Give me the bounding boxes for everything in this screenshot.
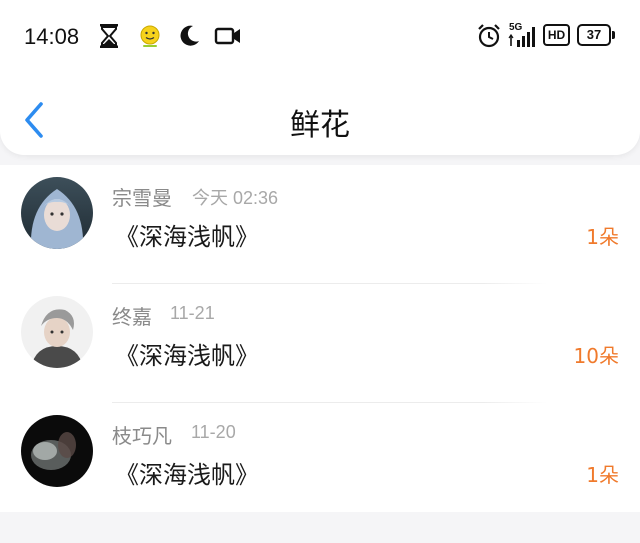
user-name: 终嘉 xyxy=(112,305,152,329)
app-emoji-icon xyxy=(140,25,160,47)
status-time: 14:08 xyxy=(24,24,80,49)
hourglass-icon xyxy=(100,24,118,48)
alarm-clock-icon xyxy=(478,24,500,48)
moon-icon xyxy=(180,25,199,46)
page-background xyxy=(0,512,640,543)
header-card: 14:08 5G HD 37 鲜花 xyxy=(0,0,640,155)
flower-record-list: 宗雪曼 今天 02:36 《深海浅帆》 1朵 终嘉 11-21 《深海浅帆》 1… xyxy=(0,165,640,522)
flower-count: 1朵 xyxy=(586,463,619,487)
work-title: 《深海浅帆》 xyxy=(115,223,259,251)
list-item[interactable]: 宗雪曼 今天 02:36 《深海浅帆》 1朵 xyxy=(0,165,640,284)
avatar[interactable] xyxy=(21,296,93,368)
flowers-screen: 14:08 5G HD 37 鲜花 宗雪曼 今天 02:36 《深海浅帆》 1朵… xyxy=(0,0,640,543)
avatar[interactable] xyxy=(21,415,93,487)
list-item[interactable]: 枝巧凡 11-20 《深海浅帆》 1朵 xyxy=(0,403,640,522)
avatar-image xyxy=(21,177,93,249)
avatar-image xyxy=(21,415,93,487)
avatar[interactable] xyxy=(21,177,93,249)
flower-count: 1朵 xyxy=(586,225,619,249)
list-item[interactable]: 终嘉 11-21 《深海浅帆》 10朵 xyxy=(0,284,640,403)
work-title: 《深海浅帆》 xyxy=(115,342,259,370)
video-camera-icon xyxy=(214,27,240,45)
signal-strength-icon xyxy=(508,27,535,47)
send-time: 今天 02:36 xyxy=(192,188,279,208)
work-title: 《深海浅帆》 xyxy=(115,461,259,489)
avatar-image xyxy=(21,296,93,368)
status-bar: 14:08 5G HD 37 xyxy=(0,0,640,72)
send-time: 11-21 xyxy=(170,303,215,323)
send-time: 11-20 xyxy=(191,422,236,442)
hd-badge: HD xyxy=(543,24,570,46)
user-name: 枝巧凡 xyxy=(112,424,172,448)
battery-icon: 37 xyxy=(577,24,615,46)
user-name: 宗雪曼 xyxy=(112,186,172,210)
flower-count: 10朵 xyxy=(573,344,619,368)
page-title: 鲜花 xyxy=(290,108,350,143)
